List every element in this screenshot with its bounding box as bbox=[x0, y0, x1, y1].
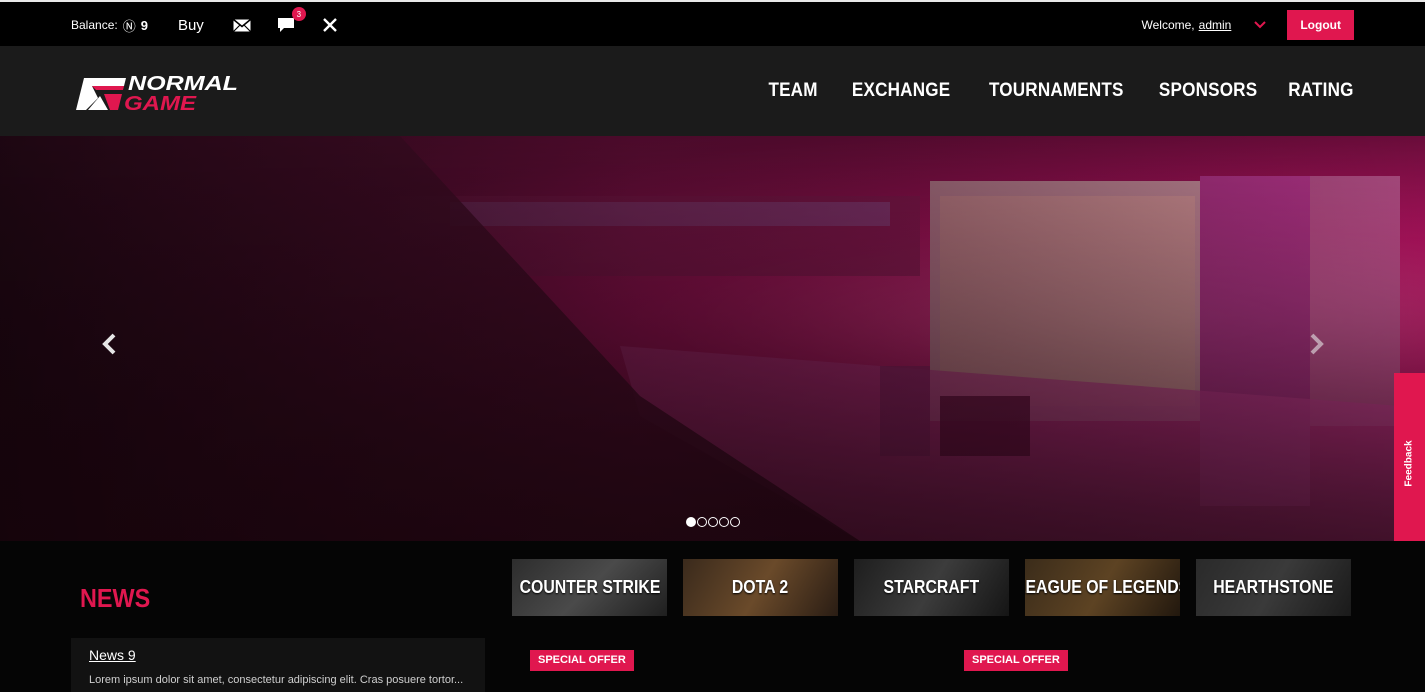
username-link[interactable]: admin bbox=[1199, 18, 1232, 32]
slider-next-icon[interactable] bbox=[1304, 332, 1328, 356]
slider-dot-1[interactable] bbox=[686, 517, 696, 527]
welcome-text: Welcome, admin bbox=[1142, 18, 1232, 32]
feedback-label: Feedback bbox=[1404, 439, 1416, 487]
news-heading: NEWS bbox=[80, 583, 151, 613]
chat-badge: 3 bbox=[291, 7, 306, 21]
nav-item-tournaments[interactable]: TOURNAMENTS bbox=[989, 80, 1124, 102]
game-tile-label: LEAGUE OF LEGENDS bbox=[1025, 577, 1180, 597]
slider-dots bbox=[686, 517, 740, 527]
top-bar-left: Balance: Ⓝ 9 Buy 3 bbox=[71, 2, 340, 48]
news-item-excerpt: Lorem ipsum dolor sit amet, consectetur … bbox=[89, 674, 464, 686]
nav-item-sponsors[interactable]: SPONSORS bbox=[1159, 80, 1257, 102]
slider-dot-5[interactable] bbox=[730, 517, 740, 527]
game-categories: COUNTER STRIKE DOTA 2 STARCRAFT LEAGUE O… bbox=[512, 559, 1351, 616]
game-tile-label: STARCRAFT bbox=[883, 577, 980, 597]
game-tile-hearthstone[interactable]: HEARTHSTONE bbox=[1196, 559, 1351, 616]
special-offer-badge: SPECIAL OFFER bbox=[964, 650, 1068, 671]
special-offer-badge: SPECIAL OFFER bbox=[530, 650, 634, 671]
feedback-tab[interactable]: Feedback bbox=[1394, 373, 1425, 541]
main-nav: TEAM EXCHANGE TOURNAMENTS SPONSORS RATIN… bbox=[739, 46, 1355, 136]
news-item: News 9 Lorem ipsum dolor sit amet, conse… bbox=[71, 638, 485, 692]
nav-item-exchange[interactable]: EXCHANGE bbox=[852, 80, 950, 102]
game-tile-label: COUNTER STRIKE bbox=[519, 577, 660, 597]
slider-dot-2[interactable] bbox=[697, 517, 707, 527]
logout-button[interactable]: Logout bbox=[1287, 10, 1354, 40]
game-tile-starcraft[interactable]: STARCRAFT bbox=[854, 559, 1009, 616]
balance-amount: 9 bbox=[140, 17, 148, 33]
balance-label: Balance: bbox=[71, 18, 118, 32]
nav-item-team[interactable]: TEAM bbox=[768, 80, 817, 102]
game-tile-label: HEARTHSTONE bbox=[1213, 577, 1334, 597]
hero-slider: Feedback bbox=[0, 136, 1425, 541]
chat-icon[interactable]: 3 bbox=[276, 7, 306, 35]
mail-icon[interactable] bbox=[232, 15, 252, 35]
hero-image bbox=[0, 136, 1425, 541]
chevron-down-icon[interactable] bbox=[1251, 16, 1269, 34]
site-header: NORMAL GAME TEAM EXCHANGE TOURNAMENTS SP… bbox=[0, 46, 1425, 136]
game-tile-league-of-legends[interactable]: LEAGUE OF LEGENDS bbox=[1025, 559, 1180, 616]
top-bar-right: Welcome, admin Logout bbox=[1142, 2, 1354, 48]
slider-prev-icon[interactable] bbox=[98, 332, 122, 356]
logo-line2: GAME bbox=[124, 93, 197, 115]
currency-icon: Ⓝ bbox=[122, 19, 136, 35]
slider-dot-4[interactable] bbox=[719, 517, 729, 527]
site-logo[interactable]: NORMAL GAME bbox=[74, 70, 244, 116]
nav-item-rating[interactable]: RATING bbox=[1289, 80, 1354, 102]
balance: Balance: Ⓝ 9 bbox=[71, 16, 148, 35]
game-tile-counter-strike[interactable]: COUNTER STRIKE bbox=[512, 559, 667, 616]
game-tile-dota-2[interactable]: DOTA 2 bbox=[683, 559, 838, 616]
news-item-title[interactable]: News 9 bbox=[89, 647, 136, 663]
close-icon[interactable] bbox=[320, 15, 340, 35]
logo-line1: NORMAL bbox=[128, 73, 238, 95]
game-tile-label: DOTA 2 bbox=[732, 577, 789, 597]
welcome-label: Welcome, bbox=[1141, 18, 1195, 32]
top-bar: Balance: Ⓝ 9 Buy 3 Welcome, admin Logout bbox=[0, 0, 1425, 46]
slider-dot-3[interactable] bbox=[708, 517, 718, 527]
buy-link[interactable]: Buy bbox=[178, 17, 204, 34]
